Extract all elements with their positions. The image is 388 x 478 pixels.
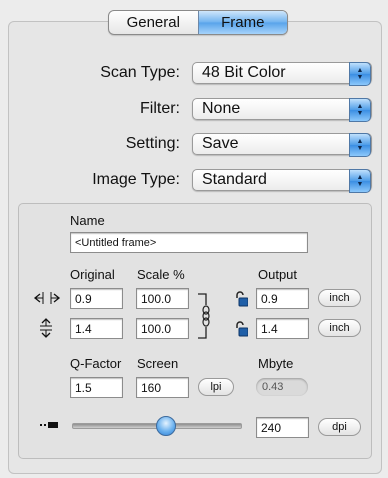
image-type-label: Image Type: [92,171,180,188]
width-output-field[interactable]: 0.9 [256,288,309,309]
frame-name-field[interactable]: <Untitled frame> [70,232,308,253]
scale-label: Scale % [137,267,185,282]
popup-arrows-icon: ▲ ▼ [349,169,371,193]
setting-value: Save [202,135,239,152]
resolution-field[interactable]: 240 [256,417,309,438]
popup-arrows-icon: ▲ ▼ [349,98,371,122]
output-label: Output [258,267,298,282]
name-label: Name [70,213,105,228]
mbyte-value: 0.43 [256,378,308,396]
width-scale-field[interactable]: 100.0 [136,288,189,309]
scan-type-value: 48 Bit Color [202,64,286,81]
chain-link-icon[interactable] [196,293,212,339]
popup-arrows-icon: ▲ ▼ [349,133,371,157]
width-original-field[interactable]: 0.9 [70,288,123,309]
mbyte-label: Mbyte [258,356,294,371]
image-type-popup[interactable]: Standard ▲ ▼ [192,169,372,193]
unlock-icon[interactable] [234,291,248,307]
height-scale-field[interactable]: 100.0 [136,318,189,339]
height-arrows-icon [40,318,52,338]
low-resolution-icon [40,422,58,428]
tab-general[interactable]: General [109,11,198,34]
setting-label: Setting: [125,135,180,152]
screen-field[interactable]: 160 [136,377,189,398]
original-label: Original [70,267,115,282]
filter-popup[interactable]: None ▲ ▼ [192,98,372,122]
qfactor-field[interactable]: 1.5 [70,377,123,398]
resolution-unit-button[interactable]: dpi [318,418,361,436]
resolution-slider-thumb[interactable] [156,416,177,436]
scan-type-label: Scan Type: [100,64,180,81]
filter-value: None [202,100,241,117]
screen-unit-button[interactable]: lpi [198,378,234,396]
setting-popup[interactable]: Save ▲ ▼ [192,133,372,157]
popup-arrows-icon: ▲ ▼ [349,62,371,86]
height-original-field[interactable]: 1.4 [70,318,123,339]
height-unit-button[interactable]: inch [318,319,361,337]
filter-label: Filter: [140,100,180,117]
height-output-field[interactable]: 1.4 [256,318,309,339]
qfactor-label: Q-Factor [70,356,122,371]
width-unit-button[interactable]: inch [318,289,361,307]
width-arrows-icon [33,292,61,304]
image-type-value: Standard [202,171,267,188]
scan-type-popup[interactable]: 48 Bit Color ▲ ▼ [192,62,372,86]
tab-frame[interactable]: Frame [197,11,287,34]
tab-bar: General Frame [108,10,288,35]
screen-label: Screen [137,356,179,371]
unlock-icon[interactable] [234,321,248,337]
